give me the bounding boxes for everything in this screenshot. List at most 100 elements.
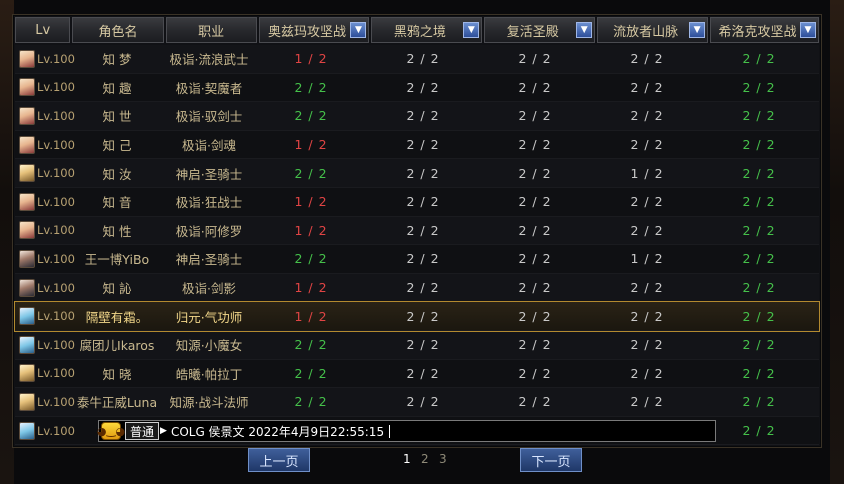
prev-page-button[interactable]: 上一页	[248, 448, 310, 472]
column-header-resurrection-temple[interactable]: 复活圣殿 ▼	[484, 17, 596, 43]
character-avatar-icon	[19, 135, 35, 154]
table-row[interactable]: Lv.100 知 己 极诣·剑魂 1 / 2 2 / 2 2 / 2 2 / 2 2 / 2	[15, 130, 819, 160]
table-row[interactable]: Lv.100 知 音 极诣·狂战士 1 / 2 2 / 2 2 / 2 2 / 2 2 / 2	[15, 187, 819, 217]
character-job: 极诣·契魔者	[175, 80, 243, 96]
page-number-2[interactable]: 2	[421, 452, 429, 466]
column-header-ozma[interactable]: 奥兹玛攻坚战 ▼	[258, 17, 370, 43]
progress-cell: 2 / 2	[294, 79, 328, 95]
table-row[interactable]: Lv.100 知 趣 极诣·契魔者 2 / 2 2 / 2 2 / 2 2 / 2 2 / 2	[15, 73, 819, 103]
dropdown-arrow-icon[interactable]: ▼	[463, 22, 480, 38]
progress-cell: 2 / 2	[294, 337, 328, 353]
table-row[interactable]: Lv.100 知 汝 神启·圣骑士 2 / 2 2 / 2 2 / 2 1 / 2 2 / 2	[15, 159, 819, 188]
table-row[interactable]: Lv.100 知 晓 皓曦·帕拉丁 2 / 2 2 / 2 2 / 2 2 / 2 2 / 2	[15, 359, 819, 389]
progress-cell: 2 / 2	[630, 308, 664, 324]
level-cell: Lv.100	[15, 278, 75, 297]
table-row[interactable]: Lv.100 知 世 极诣·驭剑士 2 / 2 2 / 2 2 / 2 2 / 2 2 / 2	[15, 102, 819, 131]
chat-channel-selector[interactable]: 普通	[125, 422, 160, 440]
level-cell: Lv.100	[15, 106, 75, 125]
character-avatar-icon	[19, 106, 35, 125]
level-cell: Lv.100	[15, 421, 75, 440]
column-header-exile-mountains[interactable]: 流放者山脉 ▼	[597, 17, 709, 43]
progress-cell: 1 / 2	[294, 222, 328, 238]
progress-cell: 2 / 2	[406, 365, 440, 381]
dropdown-arrow-icon[interactable]: ▼	[689, 22, 706, 38]
table-row[interactable]: Lv.100 王一博YiBo 神启·圣骑士 2 / 2 2 / 2 2 / 2 1 / 2 2…	[15, 245, 819, 274]
progress-cell: 1 / 2	[294, 51, 328, 67]
progress-cell: 2 / 2	[518, 165, 552, 181]
column-header-job[interactable]: 职业	[165, 17, 257, 43]
column-header-black-crow[interactable]: 黑鸦之境 ▼	[371, 17, 483, 43]
character-job: 极诣·驭剑士	[175, 109, 243, 125]
column-header-lv[interactable]: Lv	[15, 17, 71, 43]
progress-cell: 1 / 2	[630, 251, 664, 267]
level-cell: Lv.100	[15, 49, 75, 68]
dropdown-arrow-icon[interactable]: ▼	[576, 22, 593, 38]
character-job: 皓曦·帕拉丁	[175, 366, 243, 382]
progress-cell: 2 / 2	[630, 222, 664, 238]
progress-cell: 2 / 2	[742, 337, 776, 353]
progress-cell: 2 / 2	[742, 423, 776, 439]
page-number-3[interactable]: 3	[439, 452, 447, 466]
level-label: Lv.100	[37, 423, 75, 438]
level-label: Lv.100	[37, 223, 75, 238]
character-avatar-icon	[19, 249, 35, 268]
progress-cell: 2 / 2	[742, 194, 776, 210]
character-job: 极诣·剑影	[182, 281, 236, 297]
progress-cell: 1 / 2	[294, 308, 328, 324]
page-number-1[interactable]: 1	[403, 452, 411, 466]
level-label: Lv.100	[37, 366, 75, 381]
progress-cell: 2 / 2	[406, 51, 440, 67]
level-cell: Lv.100	[15, 335, 75, 354]
character-job: 极诣·阿修罗	[175, 223, 243, 239]
character-job: 知源·小魔女	[175, 338, 243, 354]
level-label: Lv.100	[37, 51, 75, 66]
level-label: Lv.100	[37, 80, 75, 95]
dropdown-arrow-icon[interactable]: ▼	[800, 22, 816, 38]
progress-cell: 2 / 2	[518, 194, 552, 210]
character-job: 知源·战斗法师	[169, 395, 249, 411]
character-name: 泰牛正威Luna	[76, 395, 158, 411]
table-row[interactable]: Lv.100 腐团儿Ikaros 知源·小魔女 2 / 2 2 / 2 2 / 2 2 / …	[15, 330, 819, 360]
table-row[interactable]: Lv.100 知 性 极诣·阿修罗 1 / 2 2 / 2 2 / 2 2 / 2 2 / 2	[15, 216, 819, 246]
progress-cell: 2 / 2	[742, 365, 776, 381]
progress-cell: 2 / 2	[518, 51, 552, 67]
dropdown-arrow-icon[interactable]: ▼	[350, 22, 367, 38]
progress-cell: 2 / 2	[742, 308, 776, 324]
next-page-button[interactable]: 下一页	[520, 448, 582, 472]
level-cell: Lv.100	[15, 221, 75, 240]
column-header-sirocco[interactable]: 希洛克攻坚战 ▼	[710, 17, 819, 43]
emoji-face-icon[interactable]: ◕‿◕	[97, 422, 125, 440]
progress-cell: 1 / 2	[294, 137, 328, 153]
progress-cell: 2 / 2	[518, 222, 552, 238]
channel-arrow-icon[interactable]: ▶	[160, 426, 167, 436]
character-job: 极诣·狂战士	[175, 195, 243, 211]
character-name: 知 訫	[102, 281, 132, 297]
table-row[interactable]: Lv.100 泰牛正威Luna 知源·战斗法师 2 / 2 2 / 2 2 / 2 2 / …	[15, 388, 819, 417]
chat-input-text[interactable]: COLG 侯景文 2022年4月9日22:55:15	[171, 423, 384, 440]
progress-cell: 2 / 2	[742, 165, 776, 181]
progress-cell: 2 / 2	[518, 308, 552, 324]
table-row[interactable]: Lv.100 隔壁有霜。 归元·气功师 1 / 2 2 / 2 2 / 2 2 / 2 2 /…	[14, 301, 820, 332]
level-label: Lv.100	[37, 309, 75, 324]
progress-cell: 2 / 2	[518, 251, 552, 267]
level-label: Lv.100	[37, 166, 75, 181]
progress-cell: 2 / 2	[406, 308, 440, 324]
progress-cell: 2 / 2	[518, 108, 552, 124]
progress-cell: 2 / 2	[294, 365, 328, 381]
progress-cell: 2 / 2	[294, 251, 328, 267]
character-avatar-icon	[19, 307, 35, 326]
level-cell: Lv.100	[15, 392, 75, 411]
character-name: 知 梦	[102, 52, 132, 68]
character-name: 隔壁有霜。	[85, 309, 149, 325]
progress-cell: 2 / 2	[742, 222, 776, 238]
progress-cell: 2 / 2	[406, 79, 440, 95]
progress-cell: 2 / 2	[294, 165, 328, 181]
column-header-name[interactable]: 角色名	[72, 17, 164, 43]
table-row[interactable]: Lv.100 知 訫 极诣·剑影 1 / 2 2 / 2 2 / 2 2 / 2 2 / 2	[15, 273, 819, 303]
character-avatar-icon	[19, 392, 35, 411]
progress-cell: 2 / 2	[742, 394, 776, 410]
table-row[interactable]: Lv.100 知 梦 极诣·流浪武士 1 / 2 2 / 2 2 / 2 2 / 2 2 / …	[15, 45, 819, 74]
chat-input-bar[interactable]: ◕‿◕ 普通 ▶ COLG 侯景文 2022年4月9日22:55:15	[97, 420, 716, 442]
character-avatar-icon	[19, 49, 35, 68]
character-name: 知 己	[102, 138, 132, 154]
